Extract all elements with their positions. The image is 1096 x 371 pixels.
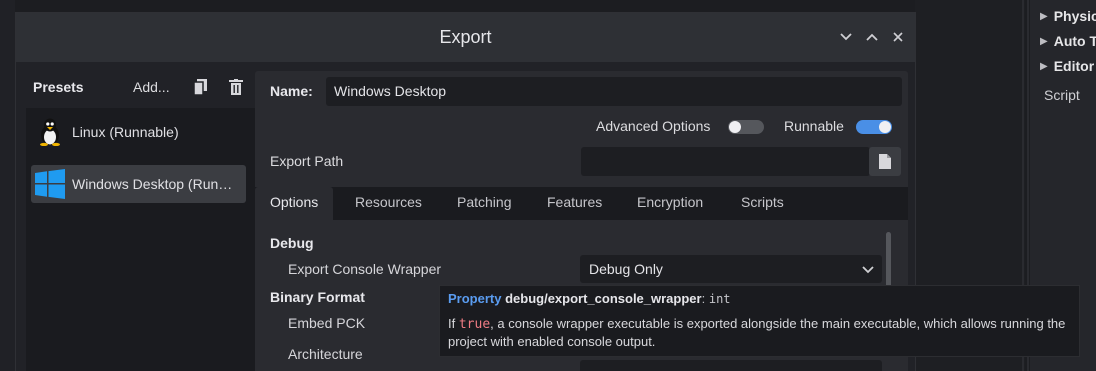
embed-pck-label: Embed PCK [288,315,366,331]
tooltip-code-true: true [458,317,491,332]
dialog-titlebar[interactable]: Export [16,13,915,62]
chevron-up-icon[interactable] [863,28,881,46]
close-icon[interactable] [889,28,907,46]
options-tab-bar: Options Resources Patching Features Encr… [255,187,908,220]
browse-file-button[interactable] [869,147,901,176]
chevron-down-icon[interactable] [837,28,855,46]
tooltip-type: int [708,292,731,306]
tab-scripts[interactable]: Scripts [726,187,799,220]
runnable-label: Runnable [784,118,844,134]
architecture-label: Architecture [288,346,363,362]
tab-encryption[interactable]: Encryption [622,187,718,220]
export-console-wrapper-label: Export Console Wrapper [288,261,442,277]
advanced-options-label: Advanced Options [596,118,711,134]
presets-label: Presets [33,79,84,95]
chevron-down-icon [862,255,874,283]
toggle-knob [729,121,741,133]
property-tooltip: Property debug/export_console_wrapper: i… [439,285,1080,357]
linux-tux-icon [35,117,65,147]
export-console-wrapper-dropdown[interactable]: Debug Only [580,255,882,283]
tooltip-header: Property debug/export_console_wrapper: i… [448,291,1071,306]
tab-features[interactable]: Features [532,187,617,220]
tooltip-property-name: debug/export_console_wrapper [505,291,702,306]
dialog-title: Export [439,27,492,47]
tooltip-kind: Property [448,291,502,306]
inspector-section-auto-tile[interactable]: ▶ Auto Tile [1040,33,1096,49]
advanced-options-toggle[interactable] [728,120,764,134]
tab-options[interactable]: Options [255,187,334,220]
duplicate-icon[interactable] [194,79,207,95]
runnable-toggle[interactable] [856,120,892,134]
inspector-section-editor[interactable]: ▶ Editor [1040,58,1094,74]
chevron-right-icon: ▶ [1040,10,1048,22]
preset-item-linux[interactable]: Linux (Runnable) [31,113,246,151]
tooltip-colon: : [701,291,706,306]
preset-list: Linux (Runnable) Windows Desktop (Runnab… [26,108,263,371]
inspector-script-label: Script [1044,87,1080,103]
binary-format-section-label: Binary Format [270,289,365,305]
inspector-section-physics[interactable]: ▶ Physics [1040,8,1096,24]
export-path-input[interactable] [581,147,870,176]
preset-item-label: Windows Desktop (Runnable) [72,176,240,192]
tab-resources[interactable]: Resources [340,187,437,220]
name-label: Name: [270,83,313,99]
toggle-knob [879,121,891,133]
export-path-label: Export Path [270,153,344,169]
editor-background-left [0,0,15,371]
chevron-right-icon: ▶ [1040,35,1048,47]
dropdown-value: Debug Only [589,261,663,277]
debug-section-label: Debug [270,235,314,251]
name-input[interactable]: Windows Desktop [326,77,902,106]
preset-item-label: Linux (Runnable) [72,124,179,140]
windows-logo-icon [35,169,65,199]
trash-icon[interactable] [229,79,243,95]
tab-patching[interactable]: Patching [442,187,526,220]
tooltip-description: If true, a console wrapper executable is… [448,316,1066,349]
chevron-right-icon: ▶ [1040,60,1048,72]
preset-settings-panel: Name: Windows Desktop Advanced Options R… [255,71,908,191]
preset-item-windows-desktop[interactable]: Windows Desktop (Runnable) [31,165,246,203]
add-preset-button[interactable]: Add... [133,79,170,95]
file-icon [879,154,891,169]
architecture-dropdown[interactable] [580,360,882,371]
